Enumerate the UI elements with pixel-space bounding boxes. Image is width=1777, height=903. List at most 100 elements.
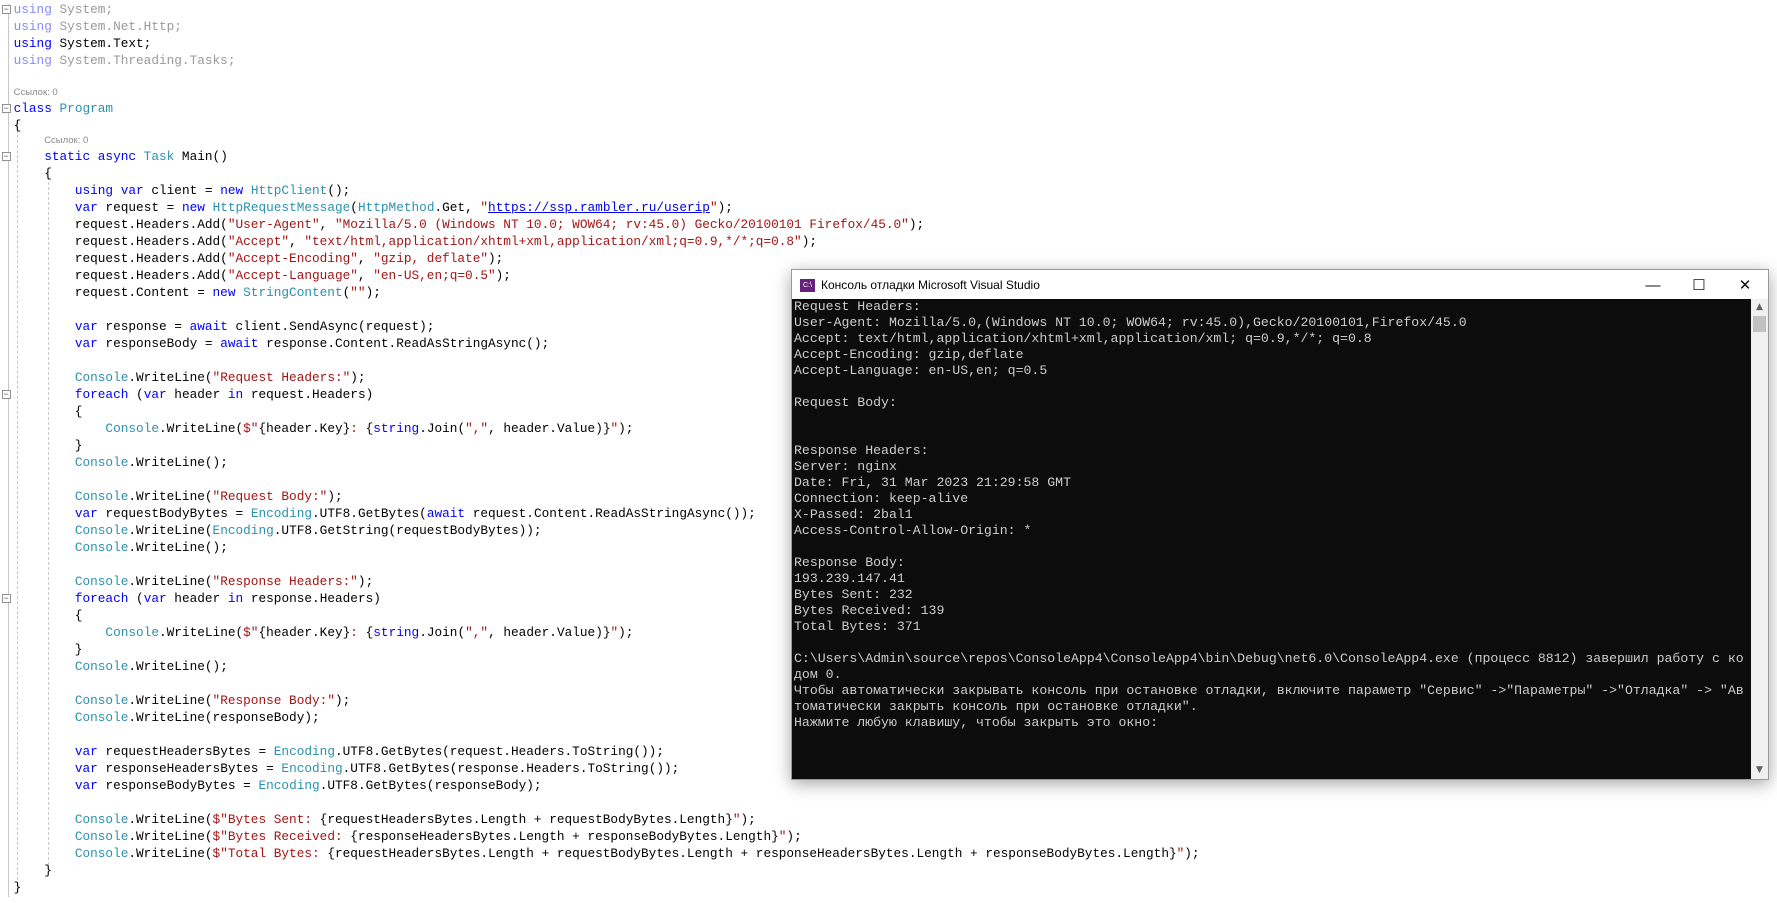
close-button[interactable]: ✕ [1722, 270, 1768, 300]
collapse-region-icon[interactable]: − [1, 593, 11, 603]
code-token: ); [488, 250, 504, 266]
code-token: $"Total Bytes: [212, 845, 328, 861]
code-token: ); [801, 233, 818, 249]
code-token: foreach [74, 386, 129, 402]
console-line: Request Body: [794, 395, 897, 410]
code-token: Encoding [212, 522, 274, 538]
code-token: "gzip, deflate" [373, 250, 489, 266]
console-line: Accept: text/html,application/xhtml+xml,… [794, 331, 1372, 346]
vertical-scrollbar[interactable]: ▲ ▼ [1751, 299, 1768, 779]
code-token: .Join( [419, 624, 466, 640]
collapse-region-icon[interactable]: − [1, 389, 11, 399]
code-token: "Mozilla/5.0 (Windows NT 10.0; WOW64; rv… [334, 216, 909, 232]
code-line: request.Headers.Add("Accept-Encoding", "… [14, 250, 1200, 267]
code-token: HttpClient [250, 182, 328, 198]
scrollbar-thumb[interactable] [1753, 316, 1766, 332]
scroll-down-icon[interactable]: ▼ [1751, 762, 1768, 779]
code-token: : [350, 624, 366, 640]
code-token: "Accept" [227, 233, 290, 249]
code-token: Program [59, 100, 114, 116]
url-link[interactable]: https://ssp.rambler.ru/userip [488, 200, 710, 215]
code-token: using [13, 52, 52, 68]
code-token: HttpMethod [357, 199, 435, 215]
code-line: Console.WriteLine($"Bytes Received: {res… [14, 828, 1200, 845]
code-token: response.Headers) [243, 590, 381, 606]
code-token: { [13, 607, 83, 623]
scroll-up-icon[interactable]: ▲ [1751, 299, 1768, 316]
console-output[interactable]: Request Headers: User-Agent: Mozilla/5.0,… [792, 299, 1768, 779]
code-token: {header.Key} [258, 624, 351, 640]
collapse-region-icon[interactable]: − [1, 103, 11, 113]
code-token: .WriteLine( [128, 828, 213, 844]
console-line: Response Headers: [794, 443, 929, 458]
code-token: request.Headers) [243, 386, 374, 402]
code-token: using [13, 35, 52, 51]
console-line: Чтобы автоматически закрывать консоль пр… [794, 683, 1744, 698]
code-token: , [357, 250, 374, 266]
code-token: Task [143, 148, 175, 164]
code-token: , [289, 233, 305, 249]
console-line: Connection: keep-alive [794, 491, 969, 506]
code-token: Console [74, 828, 129, 844]
code-token: System.Net.Http; [51, 18, 182, 34]
code-token: request = [97, 199, 182, 215]
debug-console-window[interactable]: C:\ Консоль отладки Microsoft Visual Stu… [791, 269, 1769, 780]
code-token: .WriteLine( [128, 692, 213, 708]
code-line: request.Headers.Add("User-Agent", "Mozil… [14, 216, 1200, 233]
code-line: using System.Net.Http; [14, 18, 1200, 35]
collapse-region-icon[interactable]: − [1, 151, 11, 161]
code-token: Encoding [258, 777, 320, 793]
code-line: − using System; [1, 1, 1200, 18]
maximize-button[interactable]: ☐ [1676, 270, 1722, 300]
code-line: using System.Text; [14, 35, 1200, 52]
code-token: Console [74, 573, 129, 589]
code-token: ); [618, 420, 634, 436]
code-token: {requestHeadersBytes.Length + requestBod… [327, 845, 1177, 861]
code-token: "" [350, 284, 366, 300]
code-token: "Request Body:" [212, 488, 328, 504]
code-token: ( [350, 199, 358, 215]
code-token: $" [243, 420, 259, 436]
code-token: , header.Value)} [488, 420, 611, 436]
code-token: .UTF8.GetString(requestBodyBytes)); [273, 522, 542, 538]
collapse-region-icon[interactable]: − [1, 4, 11, 14]
code-token: " [480, 199, 489, 215]
code-token: ); [495, 267, 511, 283]
codelens-references: Ссылок: 0 [13, 86, 58, 98]
console-line: Accept-Language: en-US,en; q=0.5 [794, 363, 1048, 378]
code-token: } [13, 437, 83, 453]
code-token: .WriteLine( [128, 488, 213, 504]
code-token: StringContent [243, 284, 343, 300]
code-token: request.Headers.Add( [13, 267, 228, 283]
code-token: Encoding [273, 743, 335, 759]
title-bar[interactable]: C:\ Консоль отладки Microsoft Visual Stu… [792, 270, 1768, 300]
console-line: Access-Control-Allow-Origin: * [794, 523, 1032, 538]
code-token: Console [74, 369, 129, 385]
code-token: Console [105, 420, 159, 436]
code-token: .WriteLine( [158, 624, 244, 640]
code-token: Console [74, 539, 129, 555]
console-line: Accept-Encoding: gzip,deflate [794, 347, 1024, 362]
code-token: client = [143, 182, 221, 198]
code-token: await [189, 318, 228, 334]
console-line: Date: Fri, 31 Mar 2023 21:29:58 GMT [794, 475, 1071, 490]
code-token: (); [327, 182, 351, 198]
code-token: { [13, 403, 83, 419]
code-line: − class Program [1, 100, 1200, 117]
code-token: , header.Value)} [488, 624, 611, 640]
minimize-button[interactable]: — [1630, 270, 1676, 300]
code-token: new [181, 199, 213, 215]
code-token: "," [465, 624, 489, 640]
console-line: дом 0. [794, 667, 842, 682]
code-token: responseHeadersBytes = [97, 760, 282, 776]
